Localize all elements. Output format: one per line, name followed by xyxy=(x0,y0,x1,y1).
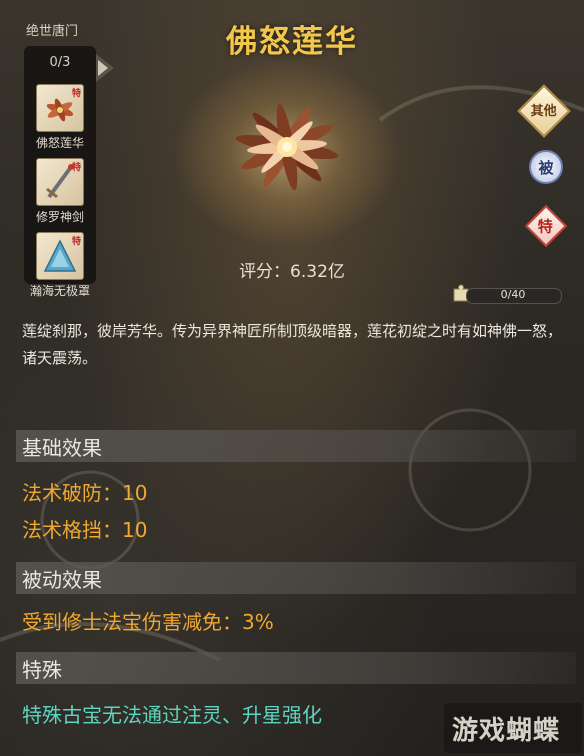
watermark-logo: 游戏蝴蝶 xyxy=(444,703,582,753)
stat-damage-reduction: 受到修士法宝伤害减免：3% xyxy=(22,610,274,634)
special-tag: 特 xyxy=(71,89,81,99)
special-note: 特殊古宝无法通过注灵、升星强化 xyxy=(22,703,322,727)
stat-magic-block: 法术格挡：10 xyxy=(22,518,148,542)
passive-button[interactable]: 被 xyxy=(529,150,563,184)
basic-effects-heading-text: 基础效果 xyxy=(22,436,102,460)
lotus-weapon-image xyxy=(235,103,339,191)
basic-effects-heading: 基础效果 xyxy=(16,430,576,462)
item-description: 莲绽刹那，彼岸芳华。传为异界神匠所制顶级暗器，莲花初绽之时有如神佛一怒，诸天震荡… xyxy=(22,322,563,367)
set-item-fonu-thumb[interactable]: 特 xyxy=(36,84,84,132)
passive-label: 被 xyxy=(538,158,554,177)
set-item-label: 修罗神剑 xyxy=(35,210,84,224)
stat-magic-penetration: 法术破防：10 xyxy=(22,481,148,505)
special-heading: 特殊 xyxy=(16,652,576,684)
other-button[interactable]: 其他 xyxy=(517,84,571,138)
special-label: 特 xyxy=(538,217,554,236)
shard-progress-text: 0/40 xyxy=(500,288,526,301)
special-button[interactable]: 特 xyxy=(524,204,568,248)
special-heading-text: 特殊 xyxy=(22,658,62,682)
special-tag: 特 xyxy=(71,163,81,173)
item-title: 佛怒莲华 xyxy=(226,24,358,60)
passive-effects-heading: 被动效果 xyxy=(16,562,576,594)
set-panel: 0/3 特 佛怒莲华 特 修罗神剑 特 瀚海无极罩 xyxy=(24,46,96,298)
passive-effects-heading-text: 被动效果 xyxy=(22,568,102,592)
other-label: 其他 xyxy=(530,103,558,119)
set-item-label: 佛怒莲华 xyxy=(35,136,84,150)
watermark-text: 游戏蝴蝶 xyxy=(452,716,561,746)
set-item-xiuluo-thumb[interactable]: 特 xyxy=(36,158,84,206)
chevron-right-icon xyxy=(98,60,108,76)
item-score: 评分：6.32亿 xyxy=(239,262,345,282)
set-item-label: 瀚海无极罩 xyxy=(29,284,90,298)
special-tag: 特 xyxy=(71,237,81,247)
